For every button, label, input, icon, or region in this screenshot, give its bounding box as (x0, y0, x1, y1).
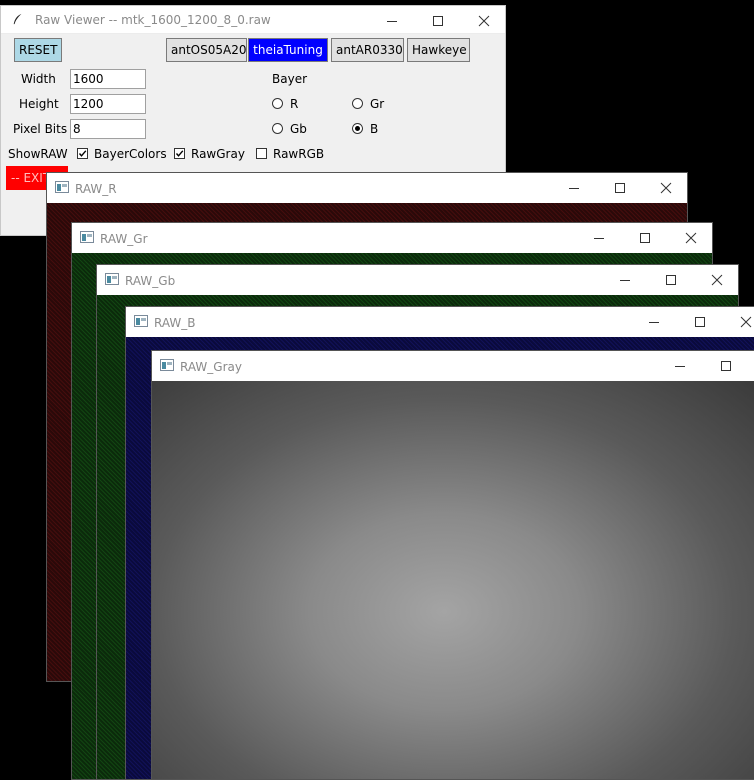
raw-b-title: RAW_B (154, 316, 196, 330)
minimize-icon (620, 280, 630, 281)
bayer-gb-label: Gb (290, 122, 307, 136)
maximize-button[interactable] (648, 265, 694, 295)
bayercolors-label: BayerColors (94, 147, 167, 161)
minimize-icon (594, 238, 604, 239)
maximize-button[interactable] (597, 173, 643, 203)
close-icon (660, 182, 672, 194)
minimize-button[interactable] (657, 351, 703, 381)
bayer-b-label: B (370, 122, 379, 136)
bayer-r-radio[interactable] (272, 98, 283, 109)
close-button[interactable] (723, 307, 754, 337)
maximize-button[interactable] (677, 307, 723, 337)
width-input[interactable]: 1600 (70, 69, 146, 89)
minimize-button[interactable] (576, 223, 622, 253)
bayer-r-label: R (290, 97, 299, 111)
bayer-gb-radio[interactable] (272, 123, 283, 134)
window-icon (105, 273, 119, 285)
pixel-bits-label: Pixel Bits (13, 122, 68, 136)
radio-selected-dot (355, 126, 360, 131)
raw-gr-title: RAW_Gr (100, 232, 148, 246)
maximize-icon (695, 317, 705, 327)
showraw-label: ShowRAW (8, 147, 68, 161)
rawgray-checkbox[interactable] (174, 148, 185, 159)
raw-gray-title: RAW_Gray (180, 360, 242, 374)
window-icon (80, 231, 94, 243)
window-icon (160, 359, 174, 371)
close-icon (478, 15, 490, 27)
preset-antos05a20-button[interactable]: antOS05A20 (166, 38, 247, 62)
close-icon (740, 316, 752, 328)
rawrgb-label: RawRGB (273, 147, 325, 161)
raw-b-titlebar[interactable]: RAW_B (126, 307, 754, 337)
minimize-button[interactable] (602, 265, 648, 295)
reset-button[interactable]: RESET (14, 38, 62, 62)
checkmark-icon (78, 150, 87, 157)
feather-icon (13, 13, 22, 25)
raw-gb-titlebar[interactable]: RAW_Gb (97, 265, 738, 295)
preset-hawkeye-button[interactable]: Hawkeye (407, 38, 470, 62)
minimize-button[interactable] (551, 173, 597, 203)
maximize-icon (433, 16, 443, 26)
close-icon (711, 274, 723, 286)
bayer-label: Bayer (272, 72, 308, 86)
raw-r-title: RAW_R (75, 182, 117, 196)
raw-gb-title: RAW_Gb (125, 274, 176, 288)
minimize-button[interactable] (631, 307, 677, 337)
maximize-button[interactable] (415, 6, 461, 36)
preset-theiatuning-button[interactable]: theiaTuning (248, 38, 328, 62)
window-icon (134, 315, 148, 327)
height-label: Height (19, 97, 59, 111)
close-button[interactable] (668, 223, 714, 253)
window-title: Raw Viewer -- mtk_1600_1200_8_0.raw (35, 13, 271, 27)
close-button[interactable] (643, 173, 689, 203)
raw-r-titlebar[interactable]: RAW_R (47, 173, 687, 203)
raw-gr-titlebar[interactable]: RAW_Gr (72, 223, 712, 253)
minimize-icon (649, 322, 659, 323)
raw-gray-image (152, 381, 754, 779)
maximize-icon (615, 183, 625, 193)
minimize-icon (675, 366, 685, 367)
raw-gray-titlebar[interactable]: RAW_Gray (152, 351, 754, 381)
close-icon (685, 232, 697, 244)
bayercolors-checkbox[interactable] (77, 148, 88, 159)
close-button[interactable] (461, 6, 507, 36)
minimize-icon (387, 21, 397, 22)
bayer-gr-label: Gr (370, 97, 385, 111)
maximize-button[interactable] (703, 351, 749, 381)
minimize-icon (569, 188, 579, 189)
checkmark-icon (175, 150, 184, 157)
minimize-button[interactable] (369, 6, 415, 36)
height-input[interactable]: 1200 (70, 94, 146, 114)
viewer-titlebar[interactable]: Raw Viewer -- mtk_1600_1200_8_0.raw (1, 6, 505, 34)
maximize-icon (666, 275, 676, 285)
bayer-gr-radio[interactable] (352, 98, 363, 109)
width-label: Width (21, 72, 56, 86)
maximize-icon (640, 233, 650, 243)
window-icon (55, 181, 69, 193)
preset-antar0330-button[interactable]: antAR0330 (331, 38, 404, 62)
raw-gray-window: RAW_Gray (151, 350, 754, 780)
maximize-icon (721, 361, 731, 371)
rawrgb-checkbox[interactable] (256, 148, 267, 159)
bayer-b-radio[interactable] (352, 123, 363, 134)
close-button[interactable] (694, 265, 740, 295)
maximize-button[interactable] (622, 223, 668, 253)
pixel-bits-input[interactable]: 8 (70, 119, 146, 139)
rawgray-label: RawGray (191, 147, 245, 161)
